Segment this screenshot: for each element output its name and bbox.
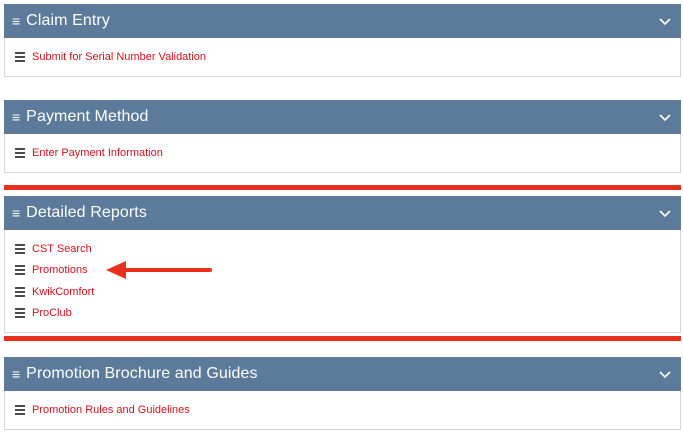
panel-claim-entry: ≡ Claim Entry Submit for Serial Number V…	[4, 4, 681, 77]
list-item-proclub[interactable]: ProClub	[15, 303, 670, 325]
item-link[interactable]: Submit for Serial Number Validation	[32, 51, 206, 63]
chevron-down-icon[interactable]	[657, 109, 673, 125]
panel-title: Claim Entry	[26, 12, 110, 29]
chevron-down-icon[interactable]	[657, 13, 673, 29]
list-item-enter-payment[interactable]: Enter Payment Information	[15, 142, 670, 164]
list-icon	[15, 404, 25, 415]
menu-icon: ≡	[12, 366, 21, 382]
item-link[interactable]: ProClub	[32, 307, 72, 319]
chevron-down-icon[interactable]	[657, 205, 673, 221]
panel-title: Detailed Reports	[26, 204, 147, 221]
panel-header-detailed-reports[interactable]: ≡ Detailed Reports	[4, 196, 681, 230]
panel-body: CST Search Promotions KwikComfort ProClu…	[4, 230, 681, 333]
panel-payment-method: ≡ Payment Method Enter Payment Informati…	[4, 100, 681, 173]
menu-icon: ≡	[12, 205, 21, 221]
panel-body: Submit for Serial Number Validation	[4, 38, 681, 77]
panel-header-promotion-brochure[interactable]: ≡ Promotion Brochure and Guides	[4, 357, 681, 391]
panel-title: Payment Method	[26, 108, 149, 125]
list-icon	[15, 265, 25, 276]
highlight-line-bottom	[4, 336, 681, 341]
item-link[interactable]: Enter Payment Information	[32, 147, 163, 159]
panel-title: Promotion Brochure and Guides	[26, 365, 258, 382]
list-icon	[15, 243, 25, 254]
list-item-kwikcomfort[interactable]: KwikComfort	[15, 281, 670, 303]
panel-body: Enter Payment Information	[4, 134, 681, 173]
menu-icon: ≡	[12, 109, 21, 125]
highlight-line-top	[4, 185, 681, 190]
list-item-cst-search[interactable]: CST Search	[15, 238, 670, 260]
list-item-submit-serial[interactable]: Submit for Serial Number Validation	[15, 46, 670, 68]
list-item-promotion-rules[interactable]: Promotion Rules and Guidelines	[15, 399, 670, 421]
list-icon	[15, 147, 25, 158]
item-link[interactable]: Promotions	[32, 264, 88, 276]
item-link[interactable]: KwikComfort	[32, 286, 94, 298]
item-link[interactable]: CST Search	[32, 243, 92, 255]
panel-promotion-brochure: ≡ Promotion Brochure and Guides Promotio…	[4, 357, 681, 430]
list-icon	[15, 308, 25, 319]
panel-header-claim-entry[interactable]: ≡ Claim Entry	[4, 4, 681, 38]
panel-header-payment-method[interactable]: ≡ Payment Method	[4, 100, 681, 134]
list-icon	[15, 51, 25, 62]
arrow-left-icon	[106, 261, 212, 279]
chevron-down-icon[interactable]	[657, 366, 673, 382]
menu-icon: ≡	[12, 13, 21, 29]
list-icon	[15, 286, 25, 297]
item-link[interactable]: Promotion Rules and Guidelines	[32, 404, 190, 416]
panel-body: Promotion Rules and Guidelines	[4, 391, 681, 430]
